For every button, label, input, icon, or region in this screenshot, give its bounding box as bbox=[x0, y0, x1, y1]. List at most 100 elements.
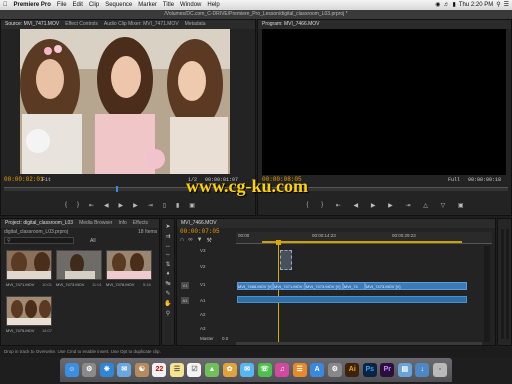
wifi-icon[interactable]: ◉ bbox=[435, 0, 440, 10]
tab-program[interactable]: Program: MVI_7466.MOV bbox=[262, 20, 320, 29]
pen-tool-icon[interactable]: ✎ bbox=[165, 290, 170, 297]
step-back-icon[interactable]: ◀ bbox=[104, 202, 109, 210]
dock-premiere-icon[interactable]: Pr bbox=[380, 363, 395, 377]
program-mark-in-icon[interactable]: { bbox=[306, 202, 308, 210]
tab-source[interactable]: Source: MVI_7471.MOV bbox=[5, 20, 59, 29]
overwrite-icon[interactable]: ▮ bbox=[176, 202, 179, 210]
dock-trash-icon[interactable]: ▫ bbox=[432, 363, 447, 377]
track-label-v3[interactable]: V3 bbox=[200, 246, 206, 255]
menu-edit[interactable]: Edit bbox=[70, 0, 86, 10]
menu-help[interactable]: Help bbox=[204, 0, 222, 10]
track-label-v1[interactable]: V1 bbox=[200, 280, 206, 289]
dock-safari-icon[interactable]: ❋ bbox=[99, 363, 114, 377]
dock-finder-icon[interactable]: ☺ bbox=[64, 363, 79, 377]
source-patch-a1[interactable]: A1 bbox=[181, 297, 189, 304]
source-fit-select[interactable]: Fit bbox=[42, 177, 51, 183]
project-search-input[interactable]: ⚲ bbox=[4, 237, 74, 244]
menu-clock[interactable]: Thu 2:20 PM bbox=[459, 0, 493, 10]
menu-window[interactable]: Window bbox=[177, 0, 204, 10]
ripple-edit-tool-icon[interactable]: ↔ bbox=[165, 243, 171, 249]
tab-effect-controls[interactable]: Effect Controls bbox=[65, 20, 98, 29]
timeline-timecode[interactable]: 00:00:07:05 bbox=[180, 228, 220, 235]
rolling-edit-tool-icon[interactable]: ⇔ bbox=[165, 252, 171, 258]
program-video-frame[interactable] bbox=[262, 29, 506, 175]
timeline-clip[interactable]: MVI_74 bbox=[343, 282, 365, 290]
timeline-vertical-scrollbar[interactable] bbox=[484, 246, 490, 342]
hand-tool-icon[interactable]: ✋ bbox=[164, 300, 171, 307]
timeline-clip[interactable]: MVI_7473.MOV [V] bbox=[305, 282, 343, 290]
dock-photos-icon[interactable]: ✿ bbox=[222, 363, 237, 377]
dock-launchpad-icon[interactable]: ⚙ bbox=[82, 363, 97, 377]
track-label-a3[interactable]: A3 bbox=[200, 324, 206, 333]
apple-menu-icon[interactable]:  bbox=[0, 0, 11, 10]
program-go-to-out-icon[interactable]: ⇥ bbox=[406, 202, 411, 210]
source-video-frame[interactable] bbox=[20, 29, 230, 174]
export-frame-icon[interactable]: ▣ bbox=[189, 202, 195, 210]
go-to-in-icon[interactable]: ⇤ bbox=[89, 202, 94, 210]
clip-thumbnail[interactable] bbox=[106, 250, 152, 280]
menu-app-name[interactable]: Premiere Pro bbox=[11, 0, 54, 10]
program-fit-select[interactable]: Full bbox=[448, 177, 460, 183]
menu-clip[interactable]: Clip bbox=[86, 0, 102, 10]
dock-calendar-icon[interactable]: 22 bbox=[152, 363, 167, 377]
wrench-icon[interactable]: ⚒ bbox=[207, 237, 212, 244]
program-export-frame-icon[interactable]: ▣ bbox=[458, 202, 464, 210]
tab-media-browser[interactable]: Media Browser bbox=[79, 219, 112, 228]
zoom-tool-icon[interactable]: ⚲ bbox=[166, 310, 170, 317]
program-mark-out-icon[interactable]: } bbox=[321, 202, 323, 210]
rate-stretch-tool-icon[interactable]: ⇅ bbox=[165, 261, 170, 268]
mark-out-icon[interactable]: } bbox=[77, 202, 79, 210]
play-icon[interactable]: ▶ bbox=[119, 202, 124, 210]
insert-icon[interactable]: ▯ bbox=[163, 202, 166, 210]
dock-downloads-icon[interactable]: ↓ bbox=[415, 363, 430, 377]
dock-facetime-icon[interactable]: ☏ bbox=[257, 363, 272, 377]
mark-in-icon[interactable]: { bbox=[65, 202, 67, 210]
razor-tool-icon[interactable]: ♦ bbox=[166, 271, 169, 277]
track-label-a1[interactable]: A1 bbox=[200, 296, 206, 305]
program-play-icon[interactable]: ▶ bbox=[371, 202, 376, 210]
tab-info[interactable]: Info bbox=[118, 219, 126, 228]
tab-sequence[interactable]: MVI_7466.MOV bbox=[181, 219, 217, 228]
dock-ibooks-icon[interactable]: ☰ bbox=[292, 363, 307, 377]
project-bin-select[interactable]: All bbox=[90, 238, 96, 244]
battery-icon[interactable]: ▮ bbox=[453, 0, 456, 10]
clip-thumbnail[interactable] bbox=[56, 250, 102, 280]
program-go-to-in-icon[interactable]: ⇤ bbox=[336, 202, 341, 210]
track-select-tool-icon[interactable]: ⇉ bbox=[165, 233, 170, 240]
dock-photoshop-icon[interactable]: Ps bbox=[362, 363, 377, 377]
clip-thumbnail[interactable] bbox=[6, 250, 52, 280]
slip-tool-icon[interactable]: ↹ bbox=[165, 280, 170, 287]
extract-icon[interactable]: ▽ bbox=[441, 202, 446, 210]
linked-selection-icon[interactable]: ∞ bbox=[188, 237, 192, 244]
list-icon[interactable]: ☰ bbox=[504, 0, 509, 10]
track-label-a2[interactable]: A2 bbox=[200, 310, 206, 319]
menu-marker[interactable]: Marker bbox=[135, 0, 160, 10]
tab-project[interactable]: Project: digital_classroom_L03 bbox=[5, 219, 73, 228]
tab-metadata[interactable]: Metadata bbox=[185, 20, 206, 29]
program-step-back-icon[interactable]: ◀ bbox=[354, 202, 359, 210]
snap-icon[interactable]: ∩ bbox=[180, 237, 184, 244]
audio-clip-a1[interactable] bbox=[237, 296, 467, 303]
volume-icon[interactable]: ♬ bbox=[444, 0, 450, 10]
timeline-clip[interactable]: MVI_7466.MOV [V] bbox=[237, 282, 273, 290]
dock-notes-icon[interactable]: ☰ bbox=[169, 363, 184, 377]
dock-preferences-icon[interactable]: ⚙ bbox=[327, 363, 342, 377]
dock-illustrator-icon[interactable]: Ai bbox=[345, 363, 360, 377]
dock-contacts-icon[interactable]: ☯ bbox=[134, 363, 149, 377]
dock-itunes-icon[interactable]: ♫ bbox=[275, 363, 290, 377]
menu-sequence[interactable]: Sequence bbox=[102, 0, 135, 10]
timeline-clip[interactable]: MVI_7471.MOV [V] bbox=[273, 282, 305, 290]
timeline-clip[interactable]: MVI_7473.MOV [V] bbox=[365, 282, 467, 290]
dock-app-store-icon[interactable]: A bbox=[310, 363, 325, 377]
step-forward-icon[interactable]: ▶ bbox=[133, 202, 138, 210]
add-marker-icon[interactable]: ▼ bbox=[197, 237, 203, 244]
program-step-forward-icon[interactable]: ▶ bbox=[388, 202, 393, 210]
master-volume-value[interactable]: 0.0 bbox=[222, 334, 228, 343]
dock-mail-icon[interactable]: ✉ bbox=[117, 363, 132, 377]
tab-audio-clip-mixer[interactable]: Audio Clip Mixer: MVI_7471.MOV bbox=[104, 20, 179, 29]
dock-messages-icon[interactable]: ✉ bbox=[240, 363, 255, 377]
source-playhead[interactable] bbox=[116, 186, 118, 192]
lift-icon[interactable]: △ bbox=[423, 202, 428, 210]
timeline-horizontal-scrollbar[interactable] bbox=[236, 342, 482, 345]
tab-effects[interactable]: Effects bbox=[133, 219, 148, 228]
